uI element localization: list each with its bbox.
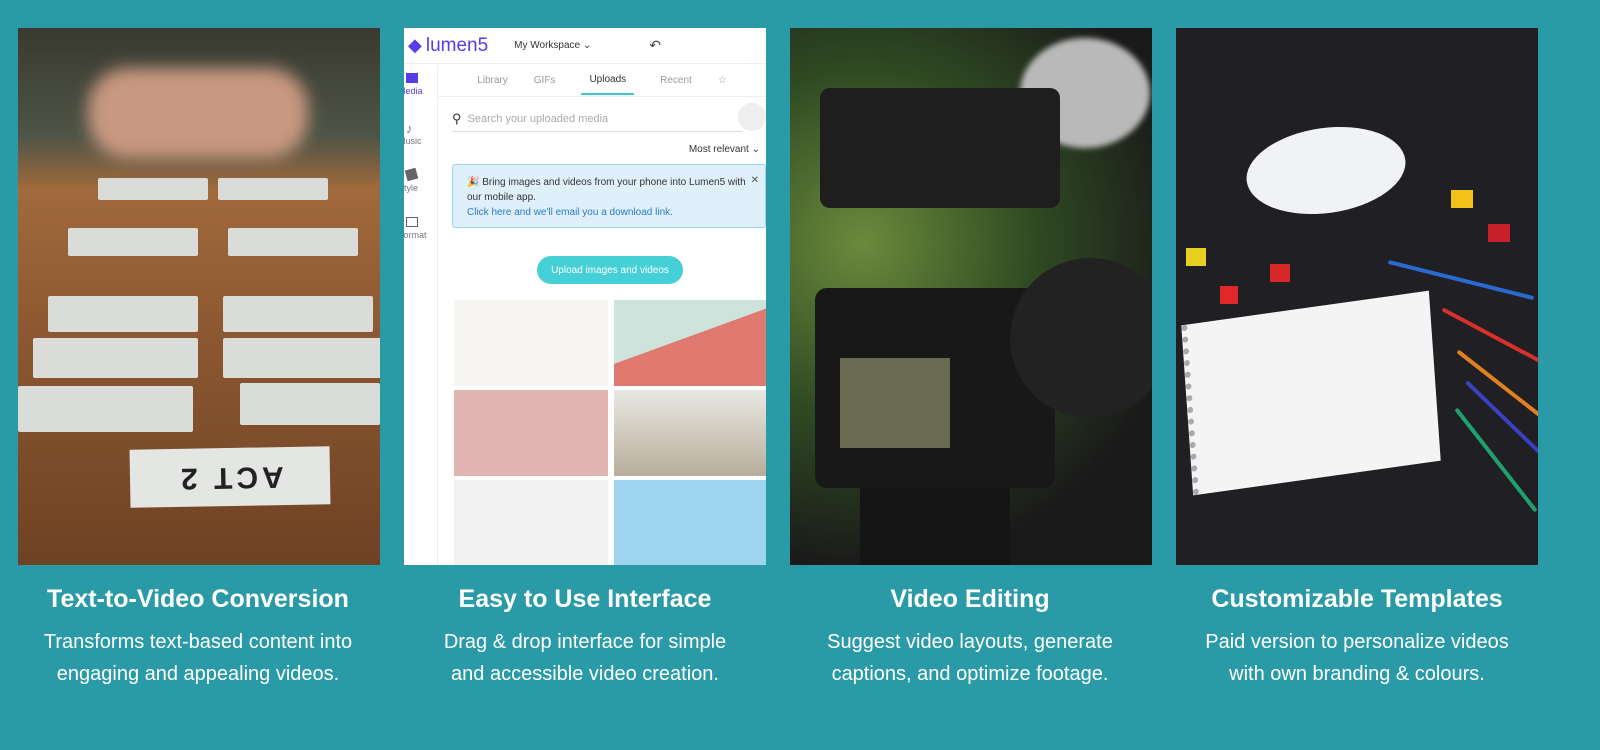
note-card [98, 178, 208, 200]
video-camera-image [790, 28, 1152, 565]
note-card [240, 383, 380, 425]
download-link[interactable]: Click here and we'll email you a downloa… [467, 205, 751, 220]
text-to-video-image: ACT 2 [18, 28, 380, 565]
feature-easy-interface: Easy to Use Interface Drag & drop interf… [375, 585, 795, 690]
image-icon [406, 73, 418, 83]
note-card [18, 386, 193, 432]
tab-favorites-star-icon[interactable]: ☆ [718, 75, 727, 86]
sidebar: Media ♪Music Style Format [404, 65, 438, 565]
note-card [223, 296, 373, 332]
sidebar-item-format[interactable]: Format [404, 209, 437, 257]
lumen5-logo: ◆ lumen5 [408, 34, 489, 56]
colored-pencil [1441, 307, 1538, 363]
feature-title: Customizable Templates [1211, 585, 1503, 613]
paint-palette [1240, 117, 1412, 224]
logo-icon: ◆ [408, 35, 422, 55]
art-supplies-image [1176, 28, 1538, 565]
sidebar-item-style[interactable]: Style [404, 161, 437, 209]
feature-title: Video Editing [890, 585, 1050, 613]
hands [88, 68, 308, 158]
feature-title: Easy to Use Interface [458, 585, 712, 613]
note-card [223, 338, 380, 378]
filter-button[interactable] [738, 103, 766, 131]
note-card [228, 228, 358, 256]
sketch-pad [1181, 290, 1441, 496]
media-thumbnail[interactable] [454, 480, 608, 565]
feature-video-editing: Video Editing Suggest video layouts, gen… [760, 585, 1180, 690]
paint-cube [1186, 248, 1206, 266]
feature-title: Text-to-Video Conversion [47, 585, 349, 613]
paint-cube [1451, 190, 1473, 208]
workspace-dropdown[interactable]: My Workspace ⌄ [514, 40, 591, 51]
sort-dropdown[interactable]: Most relevant ⌄ [689, 144, 760, 155]
tab-library[interactable]: Library [477, 75, 508, 86]
search-input[interactable]: ⚲ Search your uploaded media [452, 106, 742, 132]
note-card [33, 338, 198, 378]
top-bar: ◆ lumen5 My Workspace ⌄ ↶ [404, 28, 766, 64]
media-thumbnail[interactable] [454, 390, 608, 476]
mobile-app-banner: 🎉 Bring images and videos from your phon… [452, 164, 766, 228]
feature-description: Transforms text-based content into engagi… [43, 631, 353, 685]
tripod [860, 488, 1010, 565]
feature-customizable-templates: Customizable Templates Paid version to p… [1147, 585, 1567, 690]
camera-screen [840, 358, 950, 448]
tab-recent[interactable]: Recent [660, 75, 692, 86]
act-2-card: ACT 2 [129, 446, 331, 508]
feature-text-to-video: Text-to-Video Conversion Transforms text… [0, 585, 408, 690]
close-icon[interactable]: ✕ [751, 173, 759, 188]
music-icon: ♪ [406, 121, 413, 136]
media-thumbnail[interactable] [614, 300, 766, 386]
sidebar-item-music[interactable]: ♪Music [404, 113, 437, 161]
paint-cube [1488, 224, 1510, 242]
tab-gifs[interactable]: GIFs [534, 75, 556, 86]
style-icon [404, 167, 419, 182]
paint-cube [1270, 264, 1290, 282]
microphone [820, 88, 1060, 208]
paint-cube [1220, 286, 1238, 304]
search-icon: ⚲ [452, 110, 462, 126]
lumen5-interface-screenshot: ◆lumen5 My Workspace ⌄ ↶ Media ♪Music St… [404, 28, 766, 565]
media-thumbnail[interactable] [614, 480, 766, 565]
format-icon [406, 217, 418, 227]
colored-pencil [1454, 407, 1538, 513]
sidebar-item-media[interactable]: Media [404, 65, 437, 113]
note-card [48, 296, 198, 332]
feature-description: Suggest video layouts, generate captions,… [827, 631, 1113, 685]
colored-pencil [1465, 380, 1538, 460]
media-tabs: Library GIFs Uploads Recent ☆ [438, 65, 766, 97]
note-card [68, 228, 198, 256]
media-thumbnail[interactable] [454, 300, 608, 386]
upload-button[interactable]: Upload images and videos [537, 256, 683, 284]
media-thumbnail[interactable] [614, 390, 766, 476]
feature-description: Paid version to personalize videos with o… [1205, 631, 1509, 685]
tab-uploads[interactable]: Uploads [581, 66, 635, 95]
feature-description: Drag & drop interface for simple and acce… [443, 631, 727, 685]
undo-icon[interactable]: ↶ [649, 37, 661, 54]
note-card [218, 178, 328, 200]
